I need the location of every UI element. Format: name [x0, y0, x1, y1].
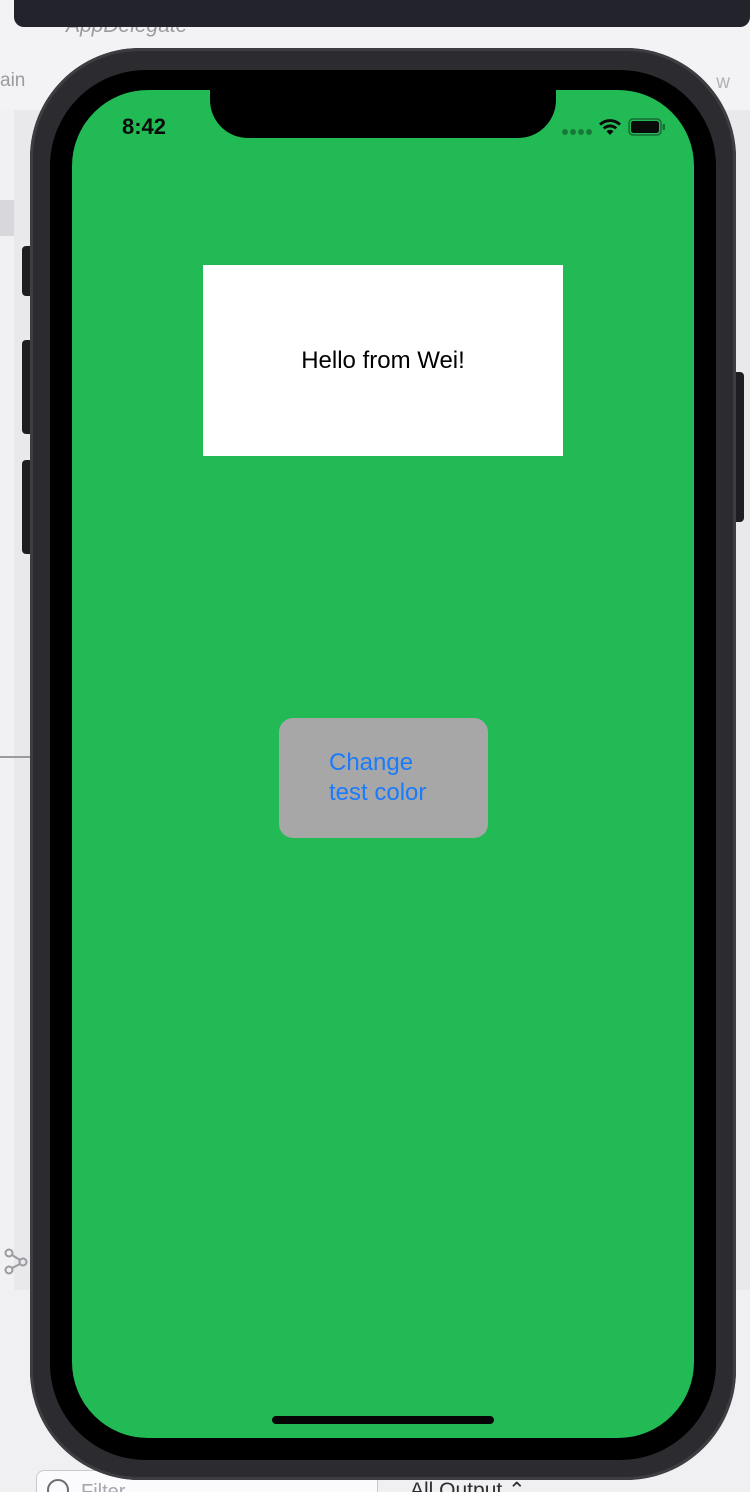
- filter-icon: [47, 1479, 69, 1492]
- filter-placeholder: Filter: [81, 1481, 126, 1492]
- simulator-title-bar[interactable]: [14, 0, 750, 27]
- greeting-label: Hello from Wei!: [301, 346, 465, 374]
- simulator-screen: 8:42 Hello from Wei! Change test color: [72, 90, 694, 1438]
- greeting-label-card: Hello from Wei!: [203, 265, 563, 456]
- output-selector[interactable]: All Output ⌃: [410, 1478, 526, 1492]
- share-icon[interactable]: [4, 1248, 28, 1276]
- editor-gutter: [0, 110, 14, 1290]
- notch: [210, 90, 556, 138]
- battery-icon: [628, 118, 665, 136]
- gutter-highlight: [0, 200, 14, 236]
- home-indicator[interactable]: [272, 1416, 494, 1424]
- button-label-line-2: test color: [329, 779, 427, 806]
- status-bar-time: 8:42: [122, 114, 167, 139]
- breadcrumb[interactable]: ain: [0, 70, 25, 92]
- signal-dots-icon: [562, 129, 592, 135]
- xcode-window: AppDelegate ain w Filter All Output ⌃ 8:…: [0, 0, 750, 1492]
- breadcrumb-trailing[interactable]: w: [716, 72, 730, 94]
- change-color-button[interactable]: Change test color: [279, 718, 488, 838]
- button-label-line-1: Change: [329, 749, 414, 776]
- wifi-icon: [599, 119, 621, 135]
